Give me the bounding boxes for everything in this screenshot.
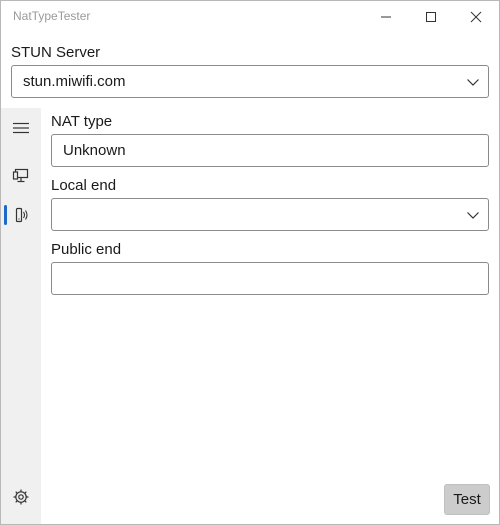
nat-type-label: NAT type	[51, 113, 113, 130]
app-title: NatTypeTester	[13, 9, 91, 23]
public-end-label: Public end	[51, 241, 122, 258]
nav-item-rfc5780[interactable]	[1, 197, 41, 233]
maximize-button[interactable]	[408, 1, 454, 33]
chevron-down-icon	[467, 212, 479, 219]
local-end-combobox[interactable]	[51, 198, 489, 231]
stun-server-value: stun.miwifi.com	[23, 73, 126, 90]
minimize-button[interactable]	[363, 1, 409, 33]
close-icon	[470, 11, 482, 23]
nat-type-value: Unknown	[63, 142, 126, 159]
title-bar[interactable]: NatTypeTester	[1, 1, 499, 33]
app-window: NatTypeTester STUN Server stun.miwifi.co…	[0, 0, 500, 525]
settings-button[interactable]	[1, 479, 41, 515]
public-end-field[interactable]	[51, 262, 489, 295]
nat-type-field[interactable]: Unknown	[51, 134, 489, 167]
maximize-icon	[426, 12, 436, 22]
hamburger-icon	[13, 122, 29, 134]
stun-server-combobox[interactable]: stun.miwifi.com	[11, 65, 489, 98]
monitor-icon	[12, 168, 29, 183]
settings-icon	[13, 489, 29, 505]
nav-item-rfc3489[interactable]	[1, 158, 41, 194]
hamburger-menu-button[interactable]	[1, 110, 41, 146]
minimize-icon	[381, 16, 391, 18]
chevron-down-icon	[467, 79, 479, 86]
network-test-icon	[15, 207, 28, 223]
close-button[interactable]	[453, 1, 499, 33]
navigation-rail	[1, 108, 41, 524]
local-end-label: Local end	[51, 177, 117, 194]
test-button[interactable]: Test	[444, 484, 490, 515]
stun-server-label: STUN Server	[11, 44, 101, 61]
